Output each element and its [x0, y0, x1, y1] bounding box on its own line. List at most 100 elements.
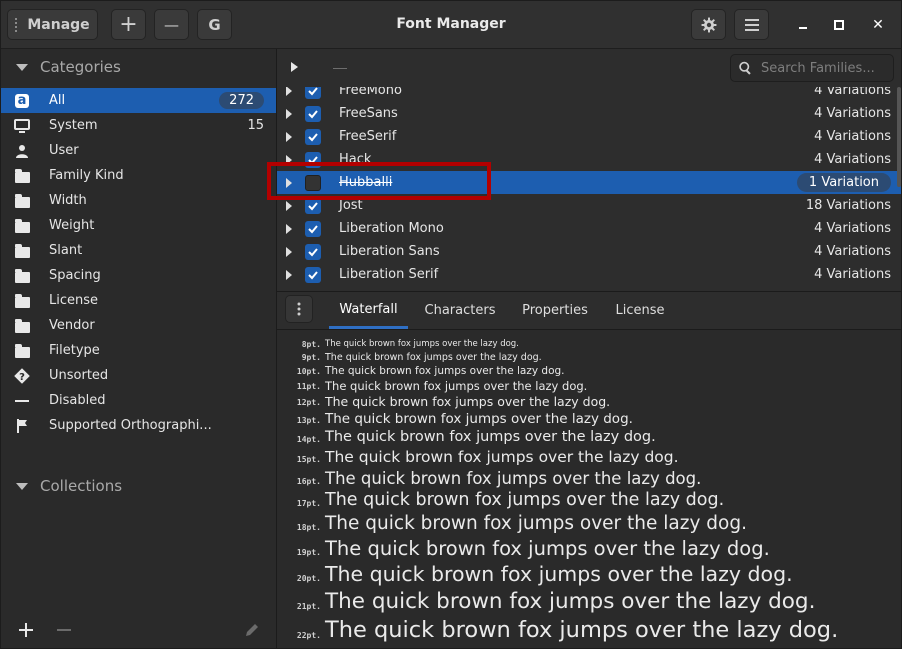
- expand-icon[interactable]: [286, 223, 292, 234]
- expand-icon[interactable]: [286, 246, 292, 257]
- remove-font-button[interactable]: —: [154, 9, 189, 40]
- sample-text: The quick brown fox jumps over the lazy …: [325, 513, 747, 534]
- tab-properties[interactable]: Properties: [513, 292, 597, 329]
- enabled-checkbox[interactable]: [305, 266, 321, 283]
- font-row-hubballi[interactable]: Hubballi 1 Variation: [277, 171, 901, 194]
- waterfall-line-18pt: 18pt. The quick brown fox jumps over the…: [277, 513, 901, 538]
- font-row-freeserif[interactable]: FreeSerif 4 Variations: [277, 125, 901, 148]
- remove-collection-button[interactable]: [53, 619, 75, 641]
- sample-text: The quick brown fox jumps over the lazy …: [325, 339, 519, 349]
- folder-icon: [13, 267, 31, 285]
- expand-icon[interactable]: [286, 154, 292, 165]
- tab-waterfall[interactable]: Waterfall: [329, 292, 408, 329]
- collections-header[interactable]: Collections: [1, 471, 276, 501]
- font-row-freemono[interactable]: FreeMono 4 Variations: [277, 87, 901, 102]
- waterfall-line-22pt: 22pt. The quick brown fox jumps over the…: [277, 617, 901, 647]
- size-label: 10pt.: [296, 367, 321, 376]
- waterfall-line-21pt: 21pt. The quick brown fox jumps over the…: [277, 589, 901, 618]
- font-name: FreeSans: [339, 106, 398, 121]
- enabled-checkbox[interactable]: [305, 151, 321, 168]
- size-label: 9pt.: [301, 353, 321, 362]
- sample-text: The quick brown fox jumps over the lazy …: [325, 448, 679, 466]
- expand-icon[interactable]: [286, 131, 292, 142]
- enabled-checkbox[interactable]: [305, 87, 321, 99]
- category-vendor[interactable]: Vendor: [1, 313, 276, 338]
- waterfall-line-10pt: 10pt. The quick brown fox jumps over the…: [277, 365, 901, 380]
- hamburger-icon: [744, 18, 759, 31]
- checkmark-icon: [308, 132, 318, 141]
- category-family-kind[interactable]: Family Kind: [1, 163, 276, 188]
- preview-tabs: Waterfall Characters Properties License: [277, 292, 901, 330]
- category-width[interactable]: Width: [1, 188, 276, 213]
- search-input[interactable]: [759, 59, 893, 77]
- category-supported-orthographies[interactable]: Supported Orthographi...: [1, 413, 276, 438]
- font-row-liberation-serif[interactable]: Liberation Serif 4 Variations: [277, 263, 901, 286]
- minimize-button[interactable]: [793, 15, 813, 35]
- expand-all-icon[interactable]: [291, 62, 298, 72]
- enabled-checkbox[interactable]: [305, 243, 321, 260]
- manage-button[interactable]: Manage: [7, 9, 98, 40]
- google-fonts-button[interactable]: G: [197, 9, 232, 40]
- expand-icon[interactable]: [286, 177, 292, 188]
- enabled-checkbox[interactable]: [305, 105, 321, 122]
- user-icon: [13, 142, 31, 160]
- sample-text: The quick brown fox jumps over the lazy …: [325, 394, 611, 409]
- add-collection-button[interactable]: [15, 619, 37, 641]
- font-row-liberation-mono[interactable]: Liberation Mono 4 Variations: [277, 217, 901, 240]
- category-label: Slant: [49, 243, 83, 258]
- main-menu-button[interactable]: [734, 9, 769, 40]
- kebab-menu-icon: [297, 302, 301, 316]
- enabled-checkbox[interactable]: [305, 128, 321, 145]
- expand-icon[interactable]: [286, 87, 292, 96]
- collapse-icon: [16, 482, 28, 490]
- expand-icon[interactable]: [286, 108, 292, 119]
- expand-icon[interactable]: [286, 200, 292, 211]
- font-row-hack[interactable]: Hack 4 Variations: [277, 148, 901, 171]
- font-row-liberation-sans[interactable]: Liberation Sans 4 Variations: [277, 240, 901, 263]
- close-button[interactable]: ✕: [868, 15, 888, 35]
- enabled-checkbox[interactable]: [305, 197, 321, 214]
- edit-collection-button[interactable]: [241, 619, 263, 641]
- folder-icon: [13, 192, 31, 210]
- category-all[interactable]: a All 272: [1, 88, 276, 113]
- size-label: 18pt.: [296, 523, 321, 532]
- folder-icon: [13, 292, 31, 310]
- tab-license[interactable]: License: [607, 292, 673, 329]
- search-box[interactable]: [730, 54, 894, 82]
- preview-menu-button[interactable]: [285, 295, 313, 323]
- settings-button[interactable]: [691, 9, 726, 40]
- expand-icon[interactable]: [286, 269, 292, 280]
- category-label: Weight: [49, 218, 95, 233]
- add-font-button[interactable]: +: [111, 9, 146, 40]
- variations-count: 4 Variations: [814, 244, 891, 259]
- size-label: 12pt.: [296, 398, 321, 407]
- collapse-icon: [16, 63, 28, 71]
- header-bar: Manage + — G Font Manager ✕: [1, 1, 901, 49]
- size-label: 19pt.: [296, 548, 321, 557]
- category-disabled[interactable]: Disabled: [1, 388, 276, 413]
- category-system[interactable]: System 15: [1, 113, 276, 138]
- category-license[interactable]: License: [1, 288, 276, 313]
- collapse-all-icon[interactable]: [333, 68, 347, 69]
- category-spacing[interactable]: Spacing: [1, 263, 276, 288]
- list-scrollbar[interactable]: [897, 87, 901, 187]
- category-slant[interactable]: Slant: [1, 238, 276, 263]
- manage-handle-icon: [15, 17, 19, 32]
- checkmark-icon: [308, 201, 318, 210]
- font-name: Liberation Serif: [339, 267, 439, 282]
- waterfall-line-9pt: 9pt. The quick brown fox jumps over the …: [277, 352, 901, 365]
- category-user[interactable]: User: [1, 138, 276, 163]
- category-label: Vendor: [49, 318, 95, 333]
- add-icon: +: [119, 12, 138, 37]
- enabled-checkbox[interactable]: [305, 174, 321, 191]
- tab-characters[interactable]: Characters: [419, 292, 501, 329]
- categories-header[interactable]: Categories: [1, 52, 276, 82]
- font-manager-window: Manage + — G Font Manager ✕ Categories a…: [0, 0, 902, 649]
- font-row-freesans[interactable]: FreeSans 4 Variations: [277, 102, 901, 125]
- maximize-button[interactable]: [829, 15, 849, 35]
- font-row-jost[interactable]: Jost 18 Variations: [277, 194, 901, 217]
- enabled-checkbox[interactable]: [305, 220, 321, 237]
- category-unsorted[interactable]: ? Unsorted: [1, 363, 276, 388]
- category-weight[interactable]: Weight: [1, 213, 276, 238]
- category-filetype[interactable]: Filetype: [1, 338, 276, 363]
